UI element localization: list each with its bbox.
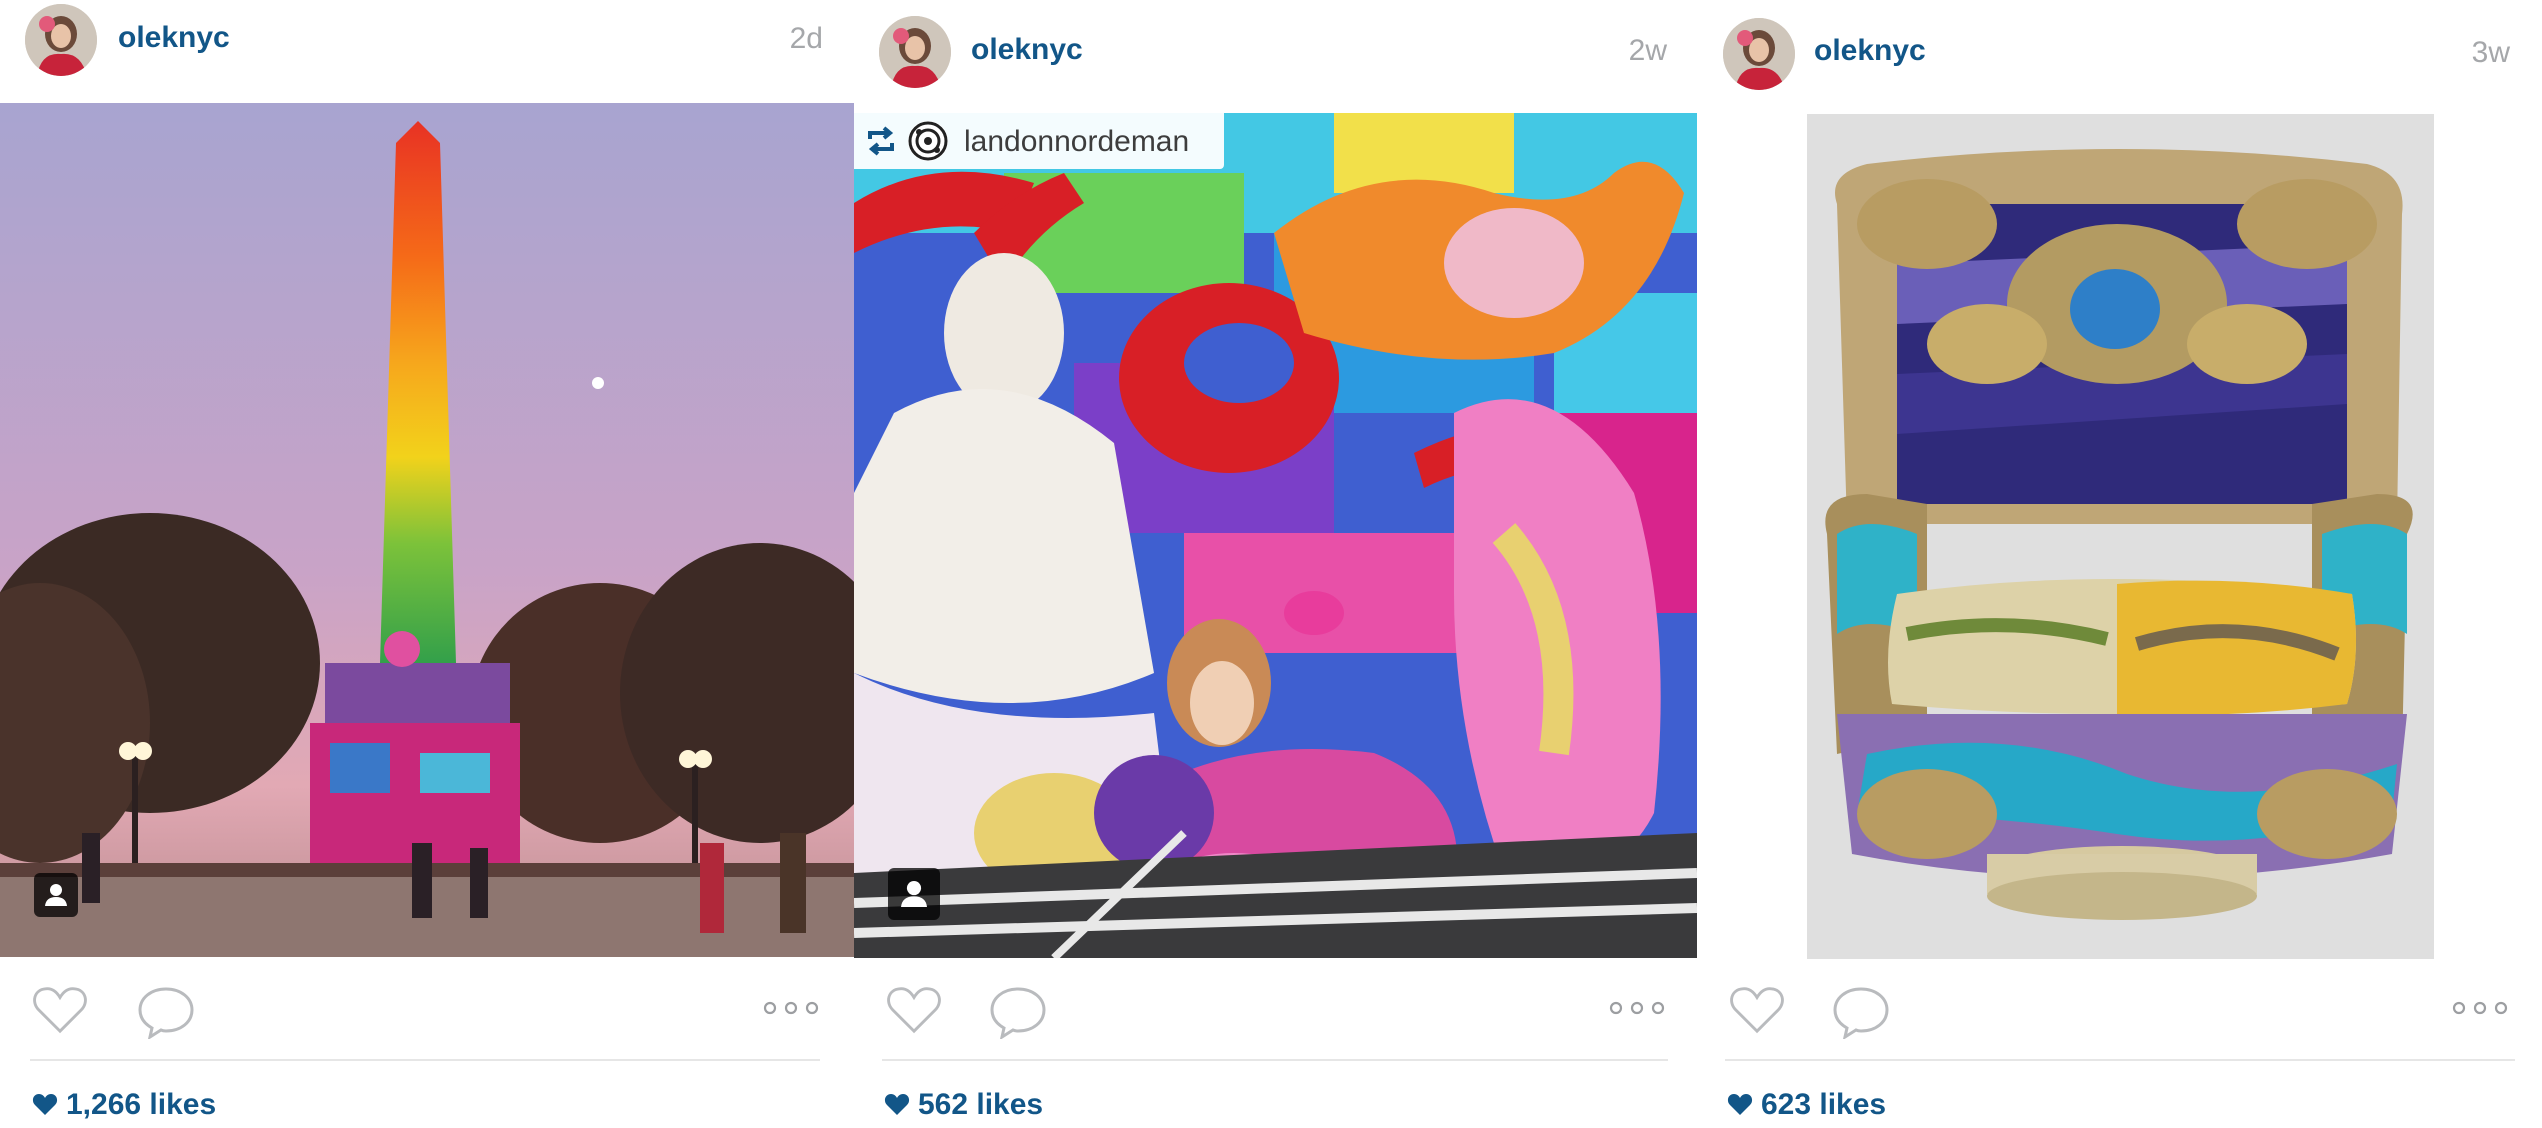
like-button[interactable] <box>884 985 944 1035</box>
username[interactable]: oleknyc <box>118 21 230 55</box>
like-button[interactable] <box>1727 985 1787 1035</box>
post-photo[interactable]: landonnordeman <box>854 113 1697 958</box>
heart-outline-icon <box>33 987 87 1034</box>
username[interactable]: oleknyc <box>1814 34 1926 68</box>
comment-button[interactable] <box>1831 985 1891 1039</box>
timestamp: 2d <box>789 22 823 55</box>
regram-attribution[interactable]: landonnordeman <box>854 113 1224 169</box>
person-tag-icon <box>45 884 67 906</box>
likes-text: 623 likes <box>1761 1088 1887 1121</box>
ellipsis-icon <box>1609 1001 1665 1015</box>
more-options-button[interactable] <box>1608 998 1666 1018</box>
regram-avatar <box>908 121 948 161</box>
divider <box>882 1059 1668 1061</box>
post-header: oleknyc 2w <box>854 0 1697 100</box>
timestamp: 3w <box>2471 36 2510 69</box>
heart-filled-icon <box>32 1092 58 1116</box>
comment-button[interactable] <box>988 985 1048 1039</box>
avatar[interactable] <box>879 16 951 88</box>
people-tag-badge[interactable] <box>34 873 78 917</box>
likes-count[interactable]: 623 likes <box>1727 1088 1886 1122</box>
more-options-button[interactable] <box>762 998 820 1018</box>
post-2: oleknyc 2w landonnordeman 562 likes <box>854 0 1697 1128</box>
speech-bubble-icon <box>138 987 194 1039</box>
avatar[interactable] <box>25 4 97 76</box>
likes-count[interactable]: 1,266 likes <box>32 1088 216 1122</box>
ellipsis-icon <box>763 1001 819 1015</box>
regram-username: landonnordeman <box>964 125 1190 158</box>
like-button[interactable] <box>30 985 90 1035</box>
speech-bubble-icon <box>1833 987 1889 1039</box>
divider <box>30 1059 820 1061</box>
timestamp: 2w <box>1628 34 1667 67</box>
post-3: oleknyc 3w 623 likes <box>1697 0 2542 1128</box>
heart-outline-icon <box>1730 987 1784 1034</box>
speech-bubble-icon <box>990 987 1046 1039</box>
likes-text: 562 likes <box>918 1088 1044 1121</box>
post-header: oleknyc 2d <box>0 0 855 100</box>
repost-arrows-icon <box>864 125 898 157</box>
person-tag-icon <box>901 881 927 907</box>
heart-filled-icon <box>1727 1092 1753 1116</box>
more-options-button[interactable] <box>2451 998 2509 1018</box>
username[interactable]: oleknyc <box>971 33 1083 67</box>
divider <box>1725 1059 2515 1061</box>
likes-count[interactable]: 562 likes <box>884 1088 1043 1122</box>
avatar[interactable] <box>1723 18 1795 90</box>
heart-filled-icon <box>884 1092 910 1116</box>
comment-button[interactable] <box>136 985 196 1039</box>
post-header: oleknyc 3w <box>1697 0 2542 100</box>
post-1: oleknyc 2d 1,266 likes <box>0 0 855 1128</box>
ellipsis-icon <box>2452 1001 2508 1015</box>
heart-outline-icon <box>887 987 941 1034</box>
people-tag-badge[interactable] <box>888 868 940 920</box>
likes-text: 1,266 likes <box>66 1088 217 1121</box>
post-photo[interactable] <box>1807 114 2434 959</box>
post-photo[interactable] <box>0 103 855 957</box>
